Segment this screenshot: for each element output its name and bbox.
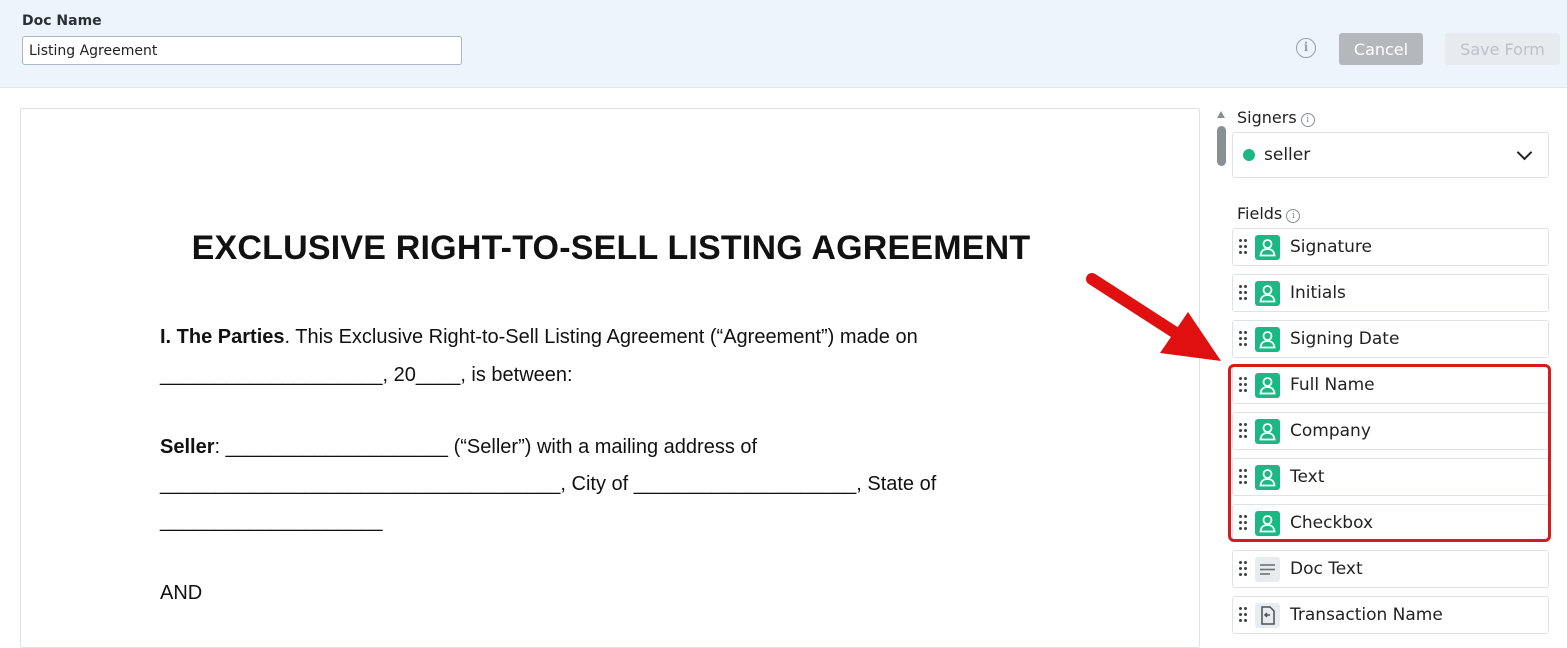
field-item-doc-text[interactable]: Doc Text [1232,550,1549,588]
document-arrow-icon [1255,603,1280,628]
seller-heading: Seller [160,436,215,458]
signers-label: Signers [1237,108,1297,127]
doc-parties-line: I. The Parties. This Exclusive Right-to-… [160,326,918,349]
document-preview: EXCLUSIVE RIGHT-TO-SELL LISTING AGREEMEN… [20,108,1200,648]
field-item-signing-date[interactable]: Signing Date [1232,320,1549,358]
top-bar: Doc Name i Cancel Save Form [0,0,1567,88]
field-item-signature[interactable]: Signature [1232,228,1549,266]
scroll-up-arrow-icon[interactable] [1217,111,1225,118]
signers-section-label: Signers i [1237,108,1315,127]
field-item-label: Initials [1290,283,1346,303]
field-item-transaction-name[interactable]: Transaction Name [1232,596,1549,634]
parties-heading: I. The Parties [160,326,285,348]
signer-select[interactable]: seller [1232,132,1549,178]
person-icon [1255,235,1280,260]
drag-handle-icon[interactable] [1239,607,1247,623]
cancel-button[interactable]: Cancel [1339,33,1423,65]
person-icon [1255,281,1280,306]
field-item-label: Signature [1290,237,1373,257]
field-item-initials[interactable]: Initials [1232,274,1549,312]
save-form-button[interactable]: Save Form [1445,33,1560,65]
document-title: EXCLUSIVE RIGHT-TO-SELL LISTING AGREEMEN… [191,229,1031,267]
doc-name-input[interactable] [22,36,462,65]
annotation-highlight-box [1228,364,1551,542]
parties-text: . This Exclusive Right-to-Sell Listing A… [284,326,918,348]
doc-and-line: AND [160,582,203,604]
drag-handle-icon[interactable] [1239,331,1247,347]
signers-info-icon[interactable]: i [1300,113,1315,127]
fields-label: Fields [1237,204,1283,223]
fields-info-icon[interactable]: i [1286,209,1301,223]
fields-section-label: Fields i [1237,204,1301,223]
person-icon [1255,327,1280,352]
drag-handle-icon[interactable] [1239,239,1247,255]
chevron-down-icon [1516,144,1533,161]
seller-text: : ____________________ (“Seller”) with a… [214,436,758,458]
signer-selected-value: seller [1264,145,1311,165]
info-icon[interactable]: i [1296,38,1316,58]
drag-handle-icon[interactable] [1239,285,1247,301]
scrollbar-thumb[interactable] [1217,126,1226,166]
doc-date-line: ____________________, 20____, is between… [160,364,573,386]
doc-name-label: Doc Name [22,13,102,29]
doc-seller-line: Seller: ____________________ (“Seller”) … [160,436,757,459]
field-item-label: Signing Date [1290,329,1400,349]
signer-color-dot [1243,149,1255,161]
field-item-label: Doc Text [1290,559,1363,579]
field-item-label: Transaction Name [1290,605,1443,625]
doc-state-line: ____________________ [160,510,383,532]
drag-handle-icon[interactable] [1239,561,1247,577]
doc-address-line: ____________________________________, Ci… [160,473,937,495]
text-lines-icon [1255,557,1280,582]
